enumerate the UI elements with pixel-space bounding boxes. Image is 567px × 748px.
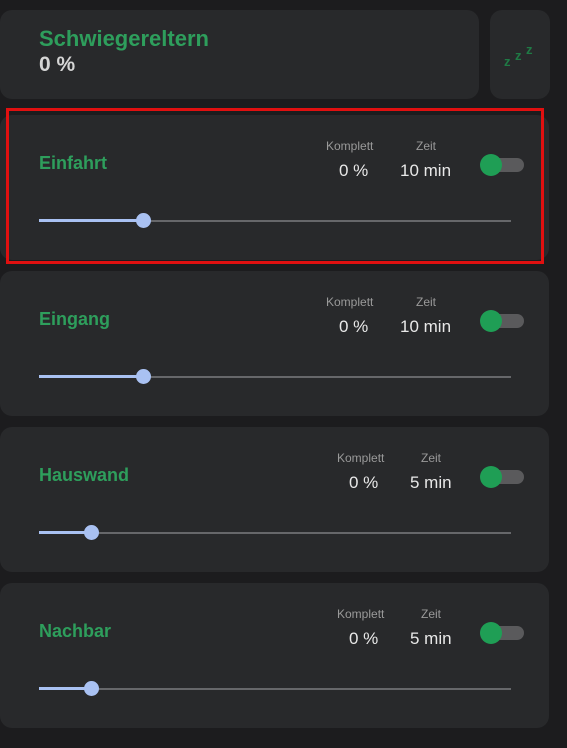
slider-thumb[interactable] (83, 525, 99, 540)
zone-toggle[interactable] (480, 466, 524, 488)
complete-label: Komplett (326, 295, 374, 309)
zone-card-einfahrt[interactable]: Einfahrt Komplett Zeit 0 % 10 min (0, 115, 549, 260)
time-label: Zeit (416, 295, 437, 309)
zone-name: Einfahrt (39, 153, 108, 173)
time-label: Zeit (416, 139, 437, 153)
time-value: 10 min (400, 317, 452, 336)
complete-value: 0 % (349, 629, 379, 648)
complete-label: Komplett (337, 607, 385, 621)
svg-text:z: z (504, 54, 511, 69)
toggle-knob (480, 466, 502, 488)
duration-slider[interactable] (39, 213, 511, 229)
zone-toggle[interactable] (480, 310, 524, 332)
group-progress-value: 0 % (39, 53, 76, 76)
zone-name: Hauswand (39, 465, 130, 485)
group-title: Schwiegereltern (39, 26, 209, 51)
group-summary-card[interactable]: Schwiegereltern 0 % (0, 10, 479, 99)
irrigation-dashboard: Schwiegereltern 0 % z z z Einfahrt Kompl… (0, 0, 567, 748)
toggle-knob (480, 154, 502, 176)
slider-fill (39, 219, 143, 222)
slider-fill (39, 375, 143, 378)
sleep-button[interactable]: z z z (490, 10, 550, 99)
toggle-knob (480, 622, 502, 644)
complete-label: Komplett (337, 451, 385, 465)
time-value: 5 min (410, 629, 452, 648)
sleep-zzz-icon: z z z (490, 10, 550, 99)
zone-card-nachbar[interactable]: Nachbar Komplett Zeit 0 % 5 min (0, 583, 549, 728)
time-label: Zeit (421, 607, 442, 621)
svg-text:z: z (515, 48, 522, 63)
complete-value: 0 % (349, 473, 379, 492)
toggle-knob (480, 310, 502, 332)
svg-text:z: z (526, 42, 533, 57)
zone-toggle[interactable] (480, 622, 524, 644)
complete-value: 0 % (339, 161, 369, 180)
duration-slider[interactable] (39, 525, 511, 541)
zone-card-eingang[interactable]: Eingang Komplett Zeit 0 % 10 min (0, 271, 549, 416)
slider-thumb[interactable] (135, 369, 151, 384)
time-value: 10 min (400, 161, 452, 180)
zone-card-hauswand[interactable]: Hauswand Komplett Zeit 0 % 5 min (0, 427, 549, 572)
zone-name: Eingang (39, 309, 110, 329)
zone-name: Nachbar (39, 621, 112, 641)
time-label: Zeit (421, 451, 442, 465)
slider-thumb[interactable] (83, 681, 99, 696)
slider-thumb[interactable] (135, 213, 151, 228)
complete-label: Komplett (326, 139, 374, 153)
complete-value: 0 % (339, 317, 369, 336)
duration-slider[interactable] (39, 681, 511, 697)
zone-toggle[interactable] (480, 154, 524, 176)
duration-slider[interactable] (39, 369, 511, 385)
time-value: 5 min (410, 473, 452, 492)
